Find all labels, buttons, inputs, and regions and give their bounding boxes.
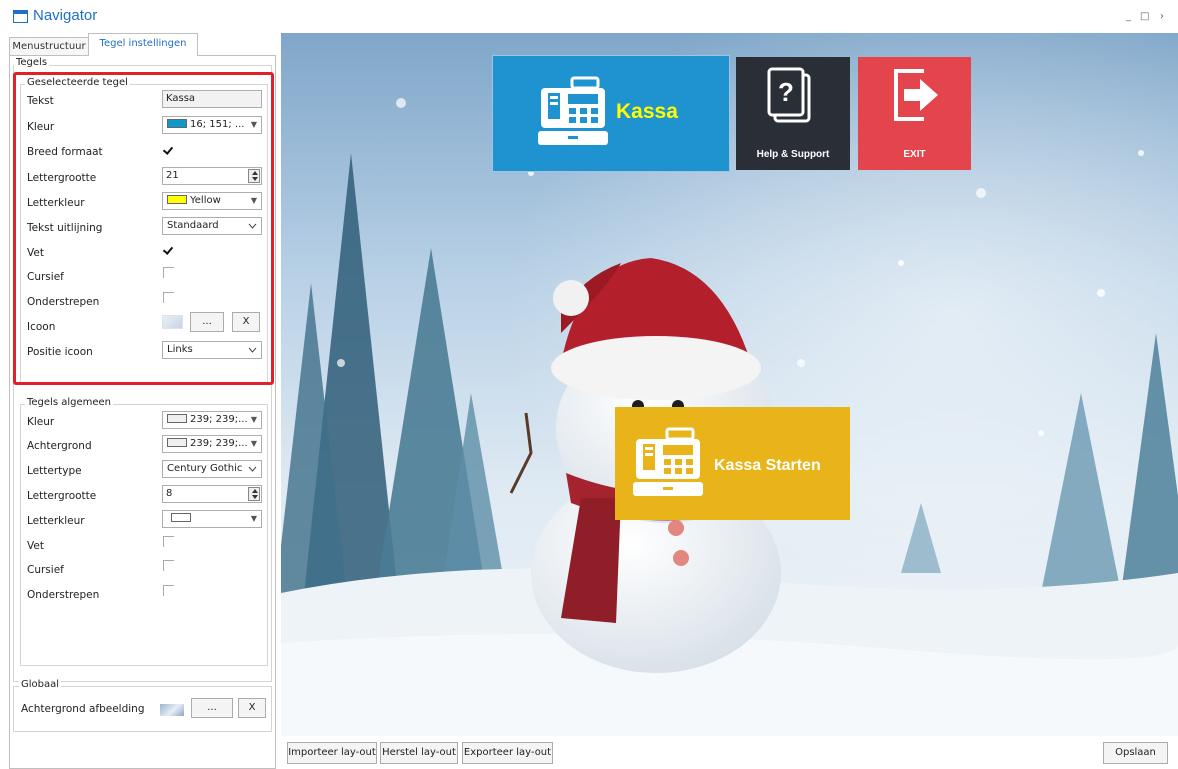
tile-help-support[interactable]: ? Help & Support [736, 57, 850, 170]
background-browse-button[interactable]: ... [191, 698, 233, 718]
general-achtergrond-label: Achtergrond [27, 440, 92, 452]
tile-exit[interactable]: EXIT [858, 57, 971, 170]
general-lettergrootte-value: 8 [166, 488, 173, 499]
general-cursief-label: Cursief [27, 564, 64, 576]
tile-kassa-starten-label: Kassa Starten [714, 457, 821, 474]
tile-canvas[interactable]: Kassa ? Help & Support EXIT Kassa Starte… [281, 33, 1178, 736]
general-tile-legend: Tegels algemeen [25, 397, 114, 408]
settings-panel: Menustructuur Tegel instellingen Tegels … [9, 33, 276, 769]
minimize-button[interactable]: _ [1126, 11, 1131, 22]
general-lettergrootte-stepper[interactable]: 8 [162, 485, 262, 503]
close-button[interactable]: › [1160, 11, 1164, 22]
color-swatch [167, 414, 187, 423]
selected-tile-highlight [13, 72, 274, 385]
tile-kassa[interactable]: Kassa [492, 55, 730, 172]
general-achtergrond-picker[interactable]: 239; 239;... ▼ [162, 435, 262, 453]
help-icon: ? [767, 67, 811, 123]
tile-exit-label: EXIT [903, 149, 926, 160]
background-image-label: Achtergrond afbeelding [21, 703, 145, 715]
color-swatch [167, 438, 187, 447]
cash-register-icon [538, 76, 608, 145]
title-bar: Navigator _ □ › [0, 0, 1178, 31]
general-kleur-value: 239; 239;... [190, 414, 248, 425]
tile-help-label: Help & Support [756, 149, 830, 160]
general-vet-checkbox[interactable] [163, 536, 174, 547]
export-layout-button[interactable]: Exporteer lay-out [462, 742, 553, 764]
lettertype-label: Lettertype [27, 465, 82, 477]
dropdown-arrow-icon: ▼ [250, 514, 257, 523]
dropdown-arrow-icon: ▼ [250, 415, 257, 424]
tab-menustructuur[interactable]: Menustructuur [9, 37, 89, 56]
window-title: Navigator [33, 7, 98, 24]
general-onderstrepen-checkbox[interactable] [163, 585, 174, 596]
general-cursief-checkbox[interactable] [163, 560, 174, 571]
cash-register-icon [633, 427, 703, 496]
import-layout-button[interactable]: Importeer lay-out [287, 742, 377, 764]
tile-kassa-label: Kassa [616, 100, 678, 123]
general-lettergrootte-label: Lettergrootte [27, 490, 97, 502]
tab-tegel-instellingen[interactable]: Tegel instellingen [88, 33, 198, 56]
maximize-button[interactable]: □ [1140, 11, 1149, 22]
exit-icon [894, 69, 938, 121]
background-clear-button[interactable]: X [238, 698, 266, 718]
lettertype-value: Century Gothic [167, 463, 243, 474]
general-kleur-label: Kleur [27, 416, 55, 428]
lettertype-select[interactable]: Century Gothic [162, 460, 262, 478]
svg-text:?: ? [778, 77, 794, 107]
tegels-group-label: Tegels [14, 57, 50, 68]
color-swatch [171, 513, 191, 522]
general-kleur-picker[interactable]: 239; 239;... ▼ [162, 411, 262, 429]
winter-background-image [281, 33, 1178, 736]
background-image-preview [160, 704, 184, 716]
chevron-down-icon [248, 466, 257, 472]
general-vet-label: Vet [27, 540, 44, 552]
window-icon [13, 10, 28, 23]
general-letterkleur-picker[interactable]: ▼ [162, 510, 262, 528]
general-achtergrond-value: 239; 239;... [190, 438, 248, 449]
reset-layout-button[interactable]: Herstel lay-out [380, 742, 458, 764]
bottom-toolbar: Importeer lay-out Herstel lay-out Export… [281, 736, 1178, 769]
spin-arrows-icon[interactable] [248, 487, 260, 501]
general-onderstrepen-label: Onderstrepen [27, 589, 100, 601]
save-button[interactable]: Opslaan [1103, 742, 1168, 764]
dropdown-arrow-icon: ▼ [250, 439, 257, 448]
tile-kassa-starten[interactable]: Kassa Starten [615, 407, 850, 520]
general-letterkleur-label: Letterkleur [27, 515, 85, 527]
global-group-legend: Globaal [19, 679, 62, 690]
